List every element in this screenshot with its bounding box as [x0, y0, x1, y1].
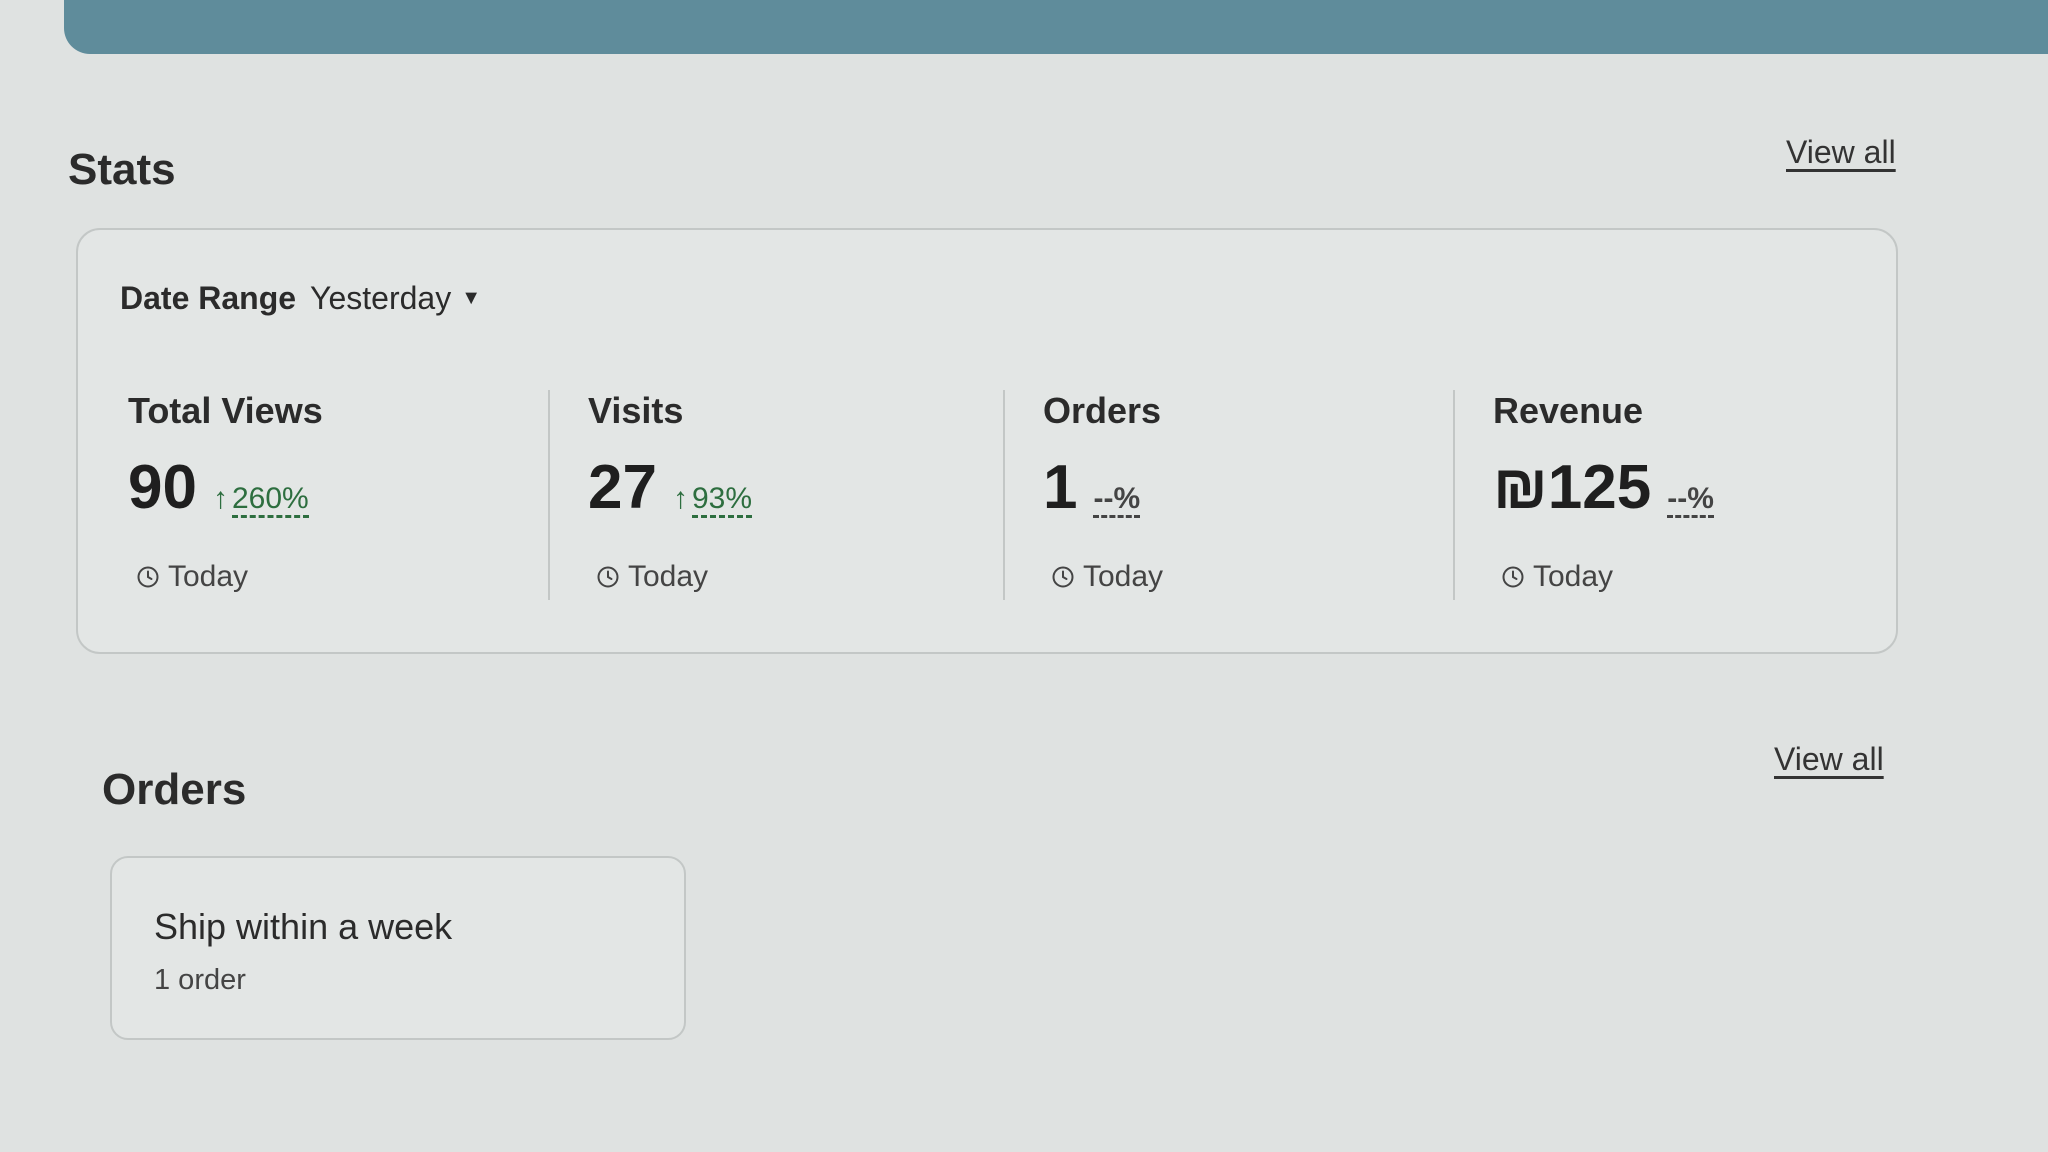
clock-icon — [1052, 566, 1074, 588]
order-card-title: Ship within a week — [154, 906, 453, 947]
metric-title: Total Views — [128, 390, 323, 431]
date-range-value: Yesterday — [310, 280, 452, 316]
metric-footer-label: Today — [628, 560, 709, 593]
clock-icon — [137, 566, 159, 588]
clock-icon — [597, 566, 619, 588]
metric-change-percent[interactable]: --% — [1667, 483, 1714, 518]
date-range: Date Range Yesterday ▼ — [120, 280, 481, 317]
top-banner — [64, 0, 2048, 54]
stats-card: Date Range Yesterday ▼ Total Views 90 ↑ … — [76, 228, 1898, 654]
arrow-up-icon: ↑ — [672, 482, 688, 515]
metric-value-row: 27 ↑ 93% — [588, 452, 753, 523]
metric-divider — [1453, 390, 1455, 600]
metric-value-row: ₪125 --% — [1493, 452, 1714, 523]
order-card-count: 1 order — [154, 964, 246, 996]
metric-value: 1 — [1043, 453, 1078, 522]
metric-change-percent[interactable]: --% — [1093, 483, 1141, 518]
metric-footer: Today — [136, 560, 248, 594]
metric-total-views: Total Views 90 ↑ 260% Today — [128, 390, 558, 600]
metric-divider — [548, 390, 550, 600]
metric-change-percent[interactable]: 260% — [231, 483, 309, 518]
metric-change: --% — [1667, 483, 1714, 518]
arrow-up-icon: ↑ — [212, 482, 228, 515]
stats-view-all-link[interactable]: View all — [1786, 134, 1896, 171]
date-range-dropdown[interactable]: Yesterday ▼ — [310, 280, 481, 317]
date-range-label: Date Range — [120, 280, 297, 316]
clock-icon — [1502, 566, 1524, 588]
metric-title: Orders — [1043, 390, 1162, 431]
metric-revenue: Revenue ₪125 --% Today — [1493, 390, 1923, 600]
metric-footer-label: Today — [1533, 560, 1614, 593]
orders-view-all-link[interactable]: View all — [1774, 741, 1884, 778]
metric-divider — [1003, 390, 1005, 600]
metric-footer: Today — [596, 560, 708, 594]
metric-footer: Today — [1051, 560, 1163, 594]
metric-value: 27 — [588, 453, 657, 522]
metric-value: ₪125 — [1493, 453, 1652, 522]
metric-change: ↑ 93% — [672, 482, 753, 518]
metric-title: Revenue — [1493, 390, 1644, 431]
metric-footer: Today — [1501, 560, 1613, 594]
orders-section-title: Orders — [102, 765, 247, 814]
metric-value-row: 90 ↑ 260% — [128, 452, 309, 523]
metric-change: --% — [1093, 483, 1141, 518]
caret-down-icon: ▼ — [461, 287, 481, 309]
metric-change-percent[interactable]: 93% — [691, 483, 753, 518]
order-card-ship-within-week[interactable]: Ship within a week 1 order — [110, 856, 686, 1040]
metric-title: Visits — [588, 390, 684, 431]
metric-orders: Orders 1 --% Today — [1043, 390, 1473, 600]
metric-value: 90 — [128, 453, 197, 522]
metric-footer-label: Today — [168, 560, 249, 593]
metric-change: ↑ 260% — [213, 482, 309, 518]
metric-footer-label: Today — [1083, 560, 1164, 593]
metric-visits: Visits 27 ↑ 93% Today — [588, 390, 1018, 600]
stats-section-title: Stats — [68, 145, 176, 194]
metric-value-row: 1 --% — [1043, 452, 1141, 523]
